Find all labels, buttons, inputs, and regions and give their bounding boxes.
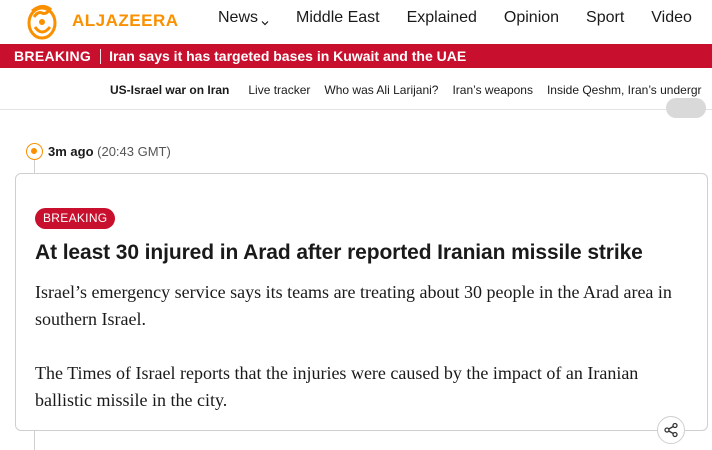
aljazeera-logo[interactable]: ALJAZEERA — [20, 1, 178, 41]
subnav-item-war-on-iran[interactable]: US-Israel war on Iran — [110, 83, 229, 97]
topic-subnav: US-Israel war on Iran Live tracker Who w… — [0, 70, 712, 110]
main-nav: News Middle East Explained Opinion Sport… — [218, 0, 712, 36]
post-paragraph: The Times of Israel reports that the inj… — [35, 363, 639, 410]
nav-news[interactable]: News — [218, 9, 269, 27]
breaking-label: BREAKING — [14, 48, 92, 64]
nav-opinion[interactable]: Opinion — [504, 9, 559, 27]
chevron-down-icon — [261, 14, 269, 26]
breaking-headline[interactable]: Iran says it has targeted bases in Kuwai… — [109, 48, 466, 64]
subnav-item-inside-qeshm[interactable]: Inside Qeshm, Iran’s undergr — [547, 83, 702, 97]
breaking-separator — [100, 48, 102, 64]
nav-news-label: News — [218, 9, 259, 26]
share-icon[interactable] — [657, 416, 685, 444]
timeline-dot-icon — [26, 143, 43, 160]
partial-toggle[interactable] — [666, 98, 706, 118]
subnav-item-ali-larijani[interactable]: Who was Ali Larijani? — [324, 83, 438, 97]
logo-mark-icon — [20, 1, 64, 41]
nav-middle-east[interactable]: Middle East — [296, 9, 380, 27]
live-update-card: BREAKING At least 30 injured in Arad aft… — [15, 173, 708, 431]
subnav-item-irans-weapons[interactable]: Iran’s weapons — [452, 83, 533, 97]
top-navigation: ALJAZEERA News Middle East Explained Opi… — [0, 0, 712, 42]
nav-sport[interactable]: Sport — [586, 9, 624, 27]
subnav-item-live-tracker[interactable]: Live tracker — [248, 83, 310, 97]
nav-video[interactable]: Video — [651, 9, 692, 27]
breaking-badge: BREAKING — [35, 208, 116, 229]
nav-explained[interactable]: Explained — [407, 9, 477, 27]
post-paragraph: Israel’s emergency service says its team… — [35, 282, 672, 329]
logo-text: ALJAZEERA — [72, 11, 179, 30]
time-ago: 3m ago — [48, 144, 94, 159]
post-time: 3m ago (20:43 GMT) — [48, 144, 171, 159]
timestamp: (20:43 GMT) — [97, 144, 171, 159]
breaking-news-bar[interactable]: BREAKING Iran says it has targeted bases… — [0, 44, 712, 68]
post-title: At least 30 injured in Arad after report… — [35, 241, 643, 264]
